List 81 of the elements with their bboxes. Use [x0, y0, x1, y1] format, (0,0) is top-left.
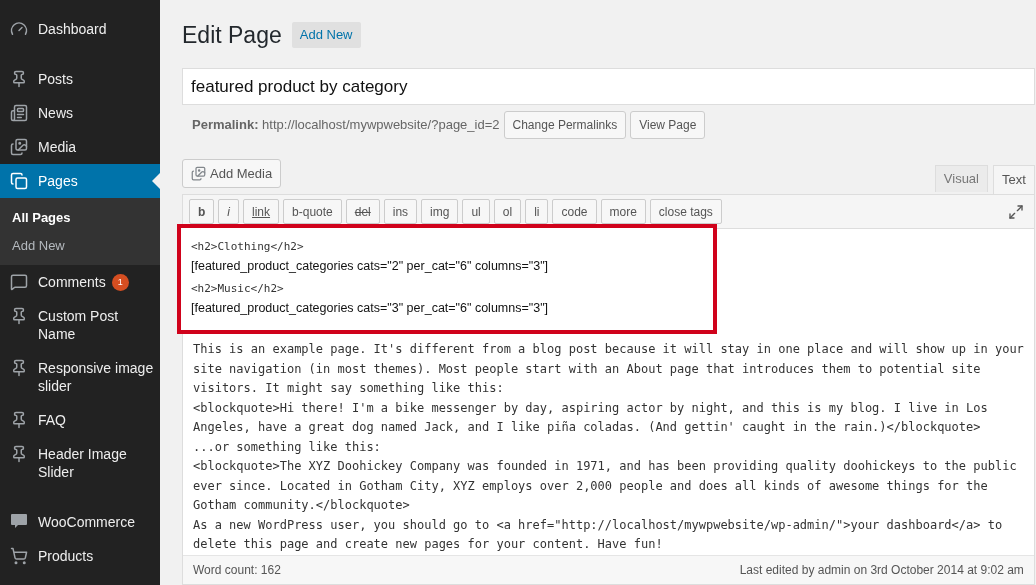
editor-tab[interactable]: Text — [993, 165, 1035, 194]
editor-tab[interactable]: Visual — [934, 165, 988, 192]
sidebar-item[interactable]: Header Image Slider — [0, 437, 160, 489]
quicktag-button[interactable]: ol — [493, 199, 522, 224]
pin-icon — [10, 411, 28, 429]
sidebar-item[interactable]: Custom Post Name — [0, 299, 160, 351]
permalink-button[interactable]: Change Permalinks — [503, 111, 627, 139]
sidebar-label: Posts — [38, 70, 73, 88]
sidebar-label: Media — [38, 138, 77, 156]
shortcode-line: [featured_product_categories cats="3" per_cat="6" columns="3"] — [191, 300, 550, 316]
quicktag-button[interactable]: ul — [462, 199, 490, 224]
sidebar-item[interactable]: Posts — [0, 62, 160, 96]
sidebar-item[interactable]: FAQ — [0, 403, 160, 437]
pages-icon — [10, 172, 28, 190]
comment-icon — [10, 273, 28, 291]
sidebar-label: Header Image Slider — [38, 445, 128, 481]
cart-icon — [10, 547, 28, 565]
sidebar-item[interactable]: Products — [0, 539, 160, 573]
content-line: visitors. It might say something like this: — [193, 380, 505, 397]
quicktag-button[interactable]: b-quote — [283, 199, 342, 224]
submenu-item[interactable]: All Pages — [0, 204, 160, 232]
sidebar-item[interactable]: WooCommerce — [0, 505, 160, 539]
submenu-item[interactable]: Add New — [0, 231, 160, 259]
dashboard-icon — [10, 20, 28, 38]
selection-arrow-icon — [152, 173, 160, 189]
sidebar-item[interactable]: News — [0, 96, 160, 130]
quicktag-button[interactable]: img — [421, 199, 459, 224]
pin-icon — [10, 445, 28, 463]
quicktag-button[interactable]: i — [218, 199, 239, 224]
sidebar-label: Custom Post Name — [38, 307, 120, 343]
count-badge: 1 — [111, 273, 129, 291]
pin-icon — [10, 307, 28, 325]
speech-bubble-icon — [10, 513, 28, 529]
quicktag-button[interactable]: more — [600, 199, 646, 224]
quicktag-button[interactable]: code — [552, 199, 597, 224]
permalink-text: Permalink: http://localhost/mywpwebsite/?page_id=2 — [192, 116, 500, 135]
code-line: <h2>Clothing</h2> — [191, 239, 305, 255]
shortcode-line: [featured_product_categories cats="2" per_cat="6" columns="3"] — [191, 258, 550, 274]
sidebar-label: FAQ — [38, 411, 66, 429]
add-media-button[interactable]: Add Media — [182, 159, 282, 188]
sidebar-item[interactable]: Dashboard — [0, 12, 160, 46]
sidebar-label: Responsive image slider — [38, 359, 155, 395]
pin-icon — [10, 70, 28, 88]
content-line: As a new WordPress user, you should go to <a href="http://localhost/mywpwebsite/wp-admin/">your dashboard</a> to — [193, 516, 1004, 534]
content-line: site navigation (in most themes). Most people start with an About page that introduces them to potential site — [193, 360, 982, 378]
title-field[interactable]: featured product by category — [182, 68, 1035, 105]
sidebar-label: Products — [38, 547, 94, 565]
sidebar-item[interactable]: Responsive image slider — [0, 351, 160, 403]
page-title: Edit Page — [182, 20, 282, 50]
sidebar-item[interactable]: Pages — [0, 164, 160, 198]
content-line: This is an example page. It's different from a blog post because it will stay in one place and will show up in your — [193, 341, 1024, 358]
sidebar-label: WooCommerce — [38, 513, 135, 531]
sidebar-item[interactable]: Comments 1 — [0, 265, 160, 299]
content-line: ...or something like this: — [193, 438, 382, 456]
sidebar-label: News — [38, 104, 73, 122]
fullscreen-icon[interactable] — [1007, 203, 1024, 220]
quicktag-button[interactable]: b — [189, 199, 215, 224]
quicktag-button[interactable]: ins — [383, 199, 418, 224]
quicktag-button[interactable]: close tags — [649, 199, 722, 224]
sidebar-item[interactable]: Media — [0, 130, 160, 164]
content-line: <blockquote>The XYZ Doohickey Company was founded in 1971, and has been providing quality doohickeys to the public — [193, 458, 1018, 475]
sidebar-label: Comments — [38, 273, 106, 291]
newspaper-icon — [10, 104, 28, 122]
quicktag-button[interactable]: li — [525, 199, 549, 224]
pin-icon — [10, 359, 28, 377]
content-line: Gotham community.</blockquote> — [193, 497, 411, 514]
content-line: <blockquote>Hi there! I'm a bike messenger by day, aspiring actor by night, and this is my blog. I live in Los — [193, 399, 989, 417]
content-line: delete this page and create new pages for your content. Have fun! — [193, 536, 664, 553]
quicktag-button[interactable]: del — [345, 199, 380, 224]
quicktag-button[interactable]: link — [243, 199, 280, 224]
word-count: Word count: 162 — [193, 562, 281, 579]
sidebar-label: Dashboard — [38, 20, 107, 38]
media-icon — [191, 166, 206, 181]
content-line: ever since. Located in Gotham City, XYZ employs over 2,000 people and does all kinds of awesome things for the — [193, 477, 989, 495]
content-line: Angeles, have a great dog named Jack, and I like piña coladas. (And gettin' caught in the rain.)</blockquote> — [193, 419, 982, 436]
sidebar-label: Pages — [38, 172, 78, 190]
code-line: <h2>Music</h2> — [191, 281, 285, 297]
permalink-button[interactable]: View Page — [630, 111, 706, 139]
media-icon — [10, 138, 28, 156]
add-new-button[interactable]: Add New — [291, 22, 361, 48]
last-edited-text: Last edited by admin on 3rd October 2014 at 9:02 am — [739, 562, 1024, 579]
